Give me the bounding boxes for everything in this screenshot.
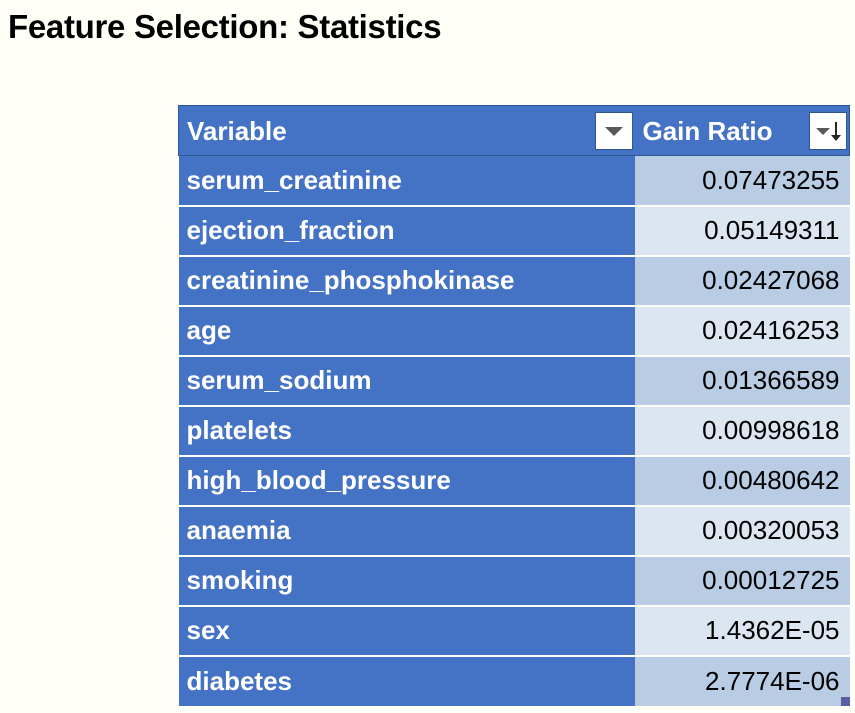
- cell-variable: platelets: [179, 406, 635, 456]
- cell-gain-ratio: 0.05149311: [635, 206, 850, 256]
- cell-gain-ratio: 0.00320053: [635, 506, 850, 556]
- cell-gain-ratio: 1.4362E-05: [635, 606, 850, 656]
- table-row[interactable]: diabetes 2.7774E-06: [179, 656, 850, 706]
- cell-gain-ratio: 0.00012725: [635, 556, 850, 606]
- cell-variable: sex: [179, 606, 635, 656]
- filter-sort-descending-icon[interactable]: [809, 112, 847, 150]
- table-row[interactable]: serum_creatinine 0.07473255: [179, 156, 850, 206]
- table-row[interactable]: platelets 0.00998618: [179, 406, 850, 456]
- cell-gain-ratio: 0.01366589: [635, 356, 850, 406]
- table-header-row: Variable Gain Ratio: [179, 106, 850, 156]
- chevron-down-icon: [605, 127, 623, 136]
- selection-handle[interactable]: [841, 697, 850, 706]
- sort-descending-arrow-icon: [831, 122, 841, 141]
- table-row[interactable]: ejection_fraction 0.05149311: [179, 206, 850, 256]
- table-row[interactable]: serum_sodium 0.01366589: [179, 356, 850, 406]
- header-label-gain-ratio: Gain Ratio: [635, 107, 773, 155]
- table-row[interactable]: anaemia 0.00320053: [179, 506, 850, 556]
- cell-variable: age: [179, 306, 635, 356]
- page-title: Feature Selection: Statistics: [8, 8, 441, 46]
- cell-gain-ratio: 0.02427068: [635, 256, 850, 306]
- filter-dropdown-icon[interactable]: [595, 112, 633, 150]
- cell-variable: smoking: [179, 556, 635, 606]
- cell-variable: high_blood_pressure: [179, 456, 635, 506]
- table-row[interactable]: age 0.02416253: [179, 306, 850, 356]
- table-row[interactable]: high_blood_pressure 0.00480642: [179, 456, 850, 506]
- table-row[interactable]: sex 1.4362E-05: [179, 606, 850, 656]
- table-row[interactable]: creatinine_phosphokinase 0.02427068: [179, 256, 850, 306]
- header-cell-variable[interactable]: Variable: [179, 106, 635, 156]
- cell-variable: serum_sodium: [179, 356, 635, 406]
- cell-gain-ratio: 0.00998618: [635, 406, 850, 456]
- cell-gain-ratio: 0.07473255: [635, 156, 850, 206]
- cell-gain-ratio: 0.02416253: [635, 306, 850, 356]
- cell-variable: anaemia: [179, 506, 635, 556]
- cell-gain-ratio: 2.7774E-06: [635, 656, 850, 706]
- feature-selection-table: Variable Gain Ratio serum_creatinine 0.0…: [178, 105, 850, 706]
- table-row[interactable]: smoking 0.00012725: [179, 556, 850, 606]
- cell-variable: serum_creatinine: [179, 156, 635, 206]
- header-label-variable: Variable: [179, 107, 287, 155]
- cell-variable: creatinine_phosphokinase: [179, 256, 635, 306]
- header-cell-gain-ratio[interactable]: Gain Ratio: [635, 106, 850, 156]
- cell-variable: diabetes: [179, 656, 635, 706]
- table-body: Variable Gain Ratio serum_creatinine 0.0…: [179, 106, 850, 706]
- chevron-down-icon: [816, 128, 830, 135]
- cell-variable: ejection_fraction: [179, 206, 635, 256]
- cell-gain-ratio-value: 2.7774E-06: [705, 666, 839, 696]
- cell-gain-ratio: 0.00480642: [635, 456, 850, 506]
